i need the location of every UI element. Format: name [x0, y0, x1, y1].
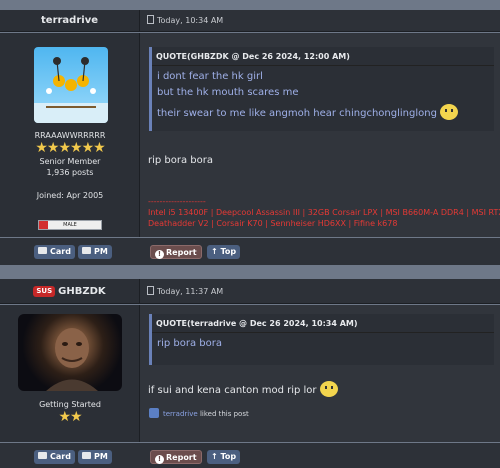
- quote-line: but the hk mouth scares me: [157, 87, 299, 98]
- report-button[interactable]: ! Report: [150, 245, 202, 259]
- liker-link[interactable]: terradrive: [163, 410, 198, 418]
- author-name[interactable]: terradrive: [0, 10, 140, 31]
- card-icon: [38, 247, 47, 254]
- pm-button[interactable]: PM: [78, 450, 112, 464]
- top-button[interactable]: ↑ Top: [207, 450, 241, 464]
- post-date: Today, 10:34 AM: [147, 10, 223, 32]
- signature-line: Deathadder V2 | Corsair K70 | Sennheiser…: [148, 219, 398, 228]
- star-icon: ★: [93, 140, 106, 156]
- post-ghbzdk: SUS GHBZDK Today, 11:37 AM Getting Starte…: [0, 279, 500, 468]
- user-info-panel: Getting Started ★★: [0, 305, 140, 442]
- gender-badge: MALE: [38, 220, 102, 230]
- post-footer: Card PM ! Report ↑ Top: [0, 443, 500, 468]
- quote-line: their swear to me like angmoh hear ching…: [157, 108, 437, 119]
- card-button[interactable]: Card: [34, 245, 75, 259]
- avatar[interactable]: [18, 314, 122, 391]
- arrow-up-icon: ↑: [211, 247, 221, 256]
- mail-icon: [82, 452, 91, 459]
- post-content: QUOTE(terradrive @ Dec 26 2024, 10:34 AM…: [141, 305, 500, 442]
- alert-icon: !: [155, 250, 164, 259]
- top-button[interactable]: ↑ Top: [207, 245, 241, 259]
- gender-icon: [39, 221, 48, 229]
- post-header: terradrive Today, 10:34 AM: [0, 10, 500, 32]
- quote-title: QUOTE(GHBZDK @ Dec 26 2024, 12:00 AM): [152, 47, 494, 66]
- signature-line: Intel i5 13400F | Deepcool Assassin III …: [148, 208, 500, 217]
- status-badge: SUS: [33, 286, 56, 297]
- author-container: SUS GHBZDK: [0, 279, 140, 303]
- card-button[interactable]: Card: [34, 450, 75, 464]
- post-content: QUOTE(GHBZDK @ Dec 26 2024, 12:00 AM) i …: [141, 33, 500, 237]
- report-button[interactable]: ! Report: [150, 450, 202, 464]
- quote-body: rip bora bora: [152, 333, 494, 355]
- gender-container: MALE: [0, 211, 140, 230]
- emoji-icon: [439, 104, 458, 120]
- rank-stars: ★★: [0, 409, 140, 425]
- alert-icon: !: [155, 455, 164, 464]
- star-icon: ★: [35, 140, 48, 156]
- post-count: 1,936 posts: [46, 168, 94, 177]
- star-icon: ★: [46, 140, 60, 156]
- like-notice: terradrive liked this post: [149, 408, 249, 418]
- post-footer: Card PM ! Report ↑ Top: [0, 238, 500, 265]
- avatar[interactable]: [34, 47, 108, 123]
- user-rank: Senior Member: [39, 157, 101, 166]
- card-icon: [38, 452, 47, 459]
- document-icon: [147, 15, 154, 24]
- signature: -------------------- Intel i5 13400F | D…: [148, 196, 500, 229]
- rank-stars: ★★★★★★: [0, 140, 140, 156]
- star-icon: ★: [58, 409, 71, 425]
- quote-block: QUOTE(terradrive @ Dec 26 2024, 10:34 AM…: [149, 314, 494, 365]
- star-icon: ★: [58, 140, 71, 156]
- post-date: Today, 11:37 AM: [147, 279, 223, 304]
- signature-divider: --------------------: [148, 197, 206, 206]
- post-header: SUS GHBZDK Today, 11:37 AM: [0, 279, 500, 304]
- quote-line: rip bora bora: [157, 338, 223, 349]
- quote-line: i dont fear the hk girl: [157, 71, 263, 82]
- user-rank: Getting Started: [39, 400, 101, 409]
- user-info-panel: RRAAAWWRRRRR ★★★★★★ Senior Member 1,936 …: [0, 33, 140, 237]
- post-terradrive: terradrive Today, 10:34 AM RRAAAWWRRRRR …: [0, 0, 500, 265]
- thumbs-up-icon: [149, 408, 159, 418]
- author-name[interactable]: GHBZDK: [58, 286, 106, 297]
- post-message: if sui and kena canton mod rip lor: [148, 381, 338, 397]
- join-date: Joined: Apr 2005: [36, 191, 104, 200]
- post-message: rip bora bora: [148, 155, 214, 166]
- star-icon: ★: [70, 409, 83, 425]
- quote-body: i dont fear the hk girl but the hk mouth…: [152, 66, 494, 125]
- emoji-icon: [319, 381, 338, 397]
- mail-icon: [82, 247, 91, 254]
- document-icon: [147, 286, 154, 295]
- quote-block: QUOTE(GHBZDK @ Dec 26 2024, 12:00 AM) i …: [149, 47, 494, 131]
- arrow-up-icon: ↑: [211, 452, 221, 461]
- star-icon: ★: [81, 140, 95, 156]
- post-body: RRAAAWWRRRRR ★★★★★★ Senior Member 1,936 …: [0, 33, 500, 237]
- post-body: Getting Started ★★ QUOTE(terradrive @ De…: [0, 305, 500, 442]
- quote-title: QUOTE(terradrive @ Dec 26 2024, 10:34 AM…: [152, 314, 494, 333]
- quote-line-container: their swear to me like angmoh hear ching…: [157, 104, 489, 122]
- star-icon: ★: [70, 140, 83, 156]
- user-title: RRAAAWWRRRRR: [34, 131, 106, 140]
- pm-button[interactable]: PM: [78, 245, 112, 259]
